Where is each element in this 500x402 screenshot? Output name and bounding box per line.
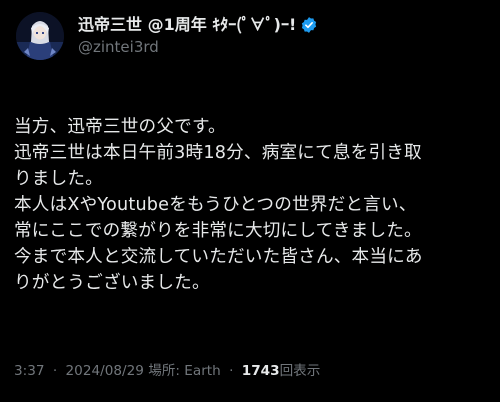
meta-separator: · xyxy=(229,363,234,379)
post-text-line: りがとうございました。 xyxy=(14,273,210,293)
post-location: 場所: Earth xyxy=(148,363,221,379)
post-text-line: 今まで本人と交流していただいた皆さん、本当にあ xyxy=(14,247,423,267)
post-card: 迅帝三世 @1周年 ｷﾀｰ(ﾟ∀ﾟ)ｰ! @zintei3rd 当方、迅帝三世の… xyxy=(0,0,500,402)
post-text-line: りました。 xyxy=(14,169,103,189)
post-text-line: 迅帝三世は本日午前3時18分、病室にて息を引き取 xyxy=(14,143,422,163)
meta-separator: · xyxy=(52,363,58,379)
post-text-line: 本人はXやYoutubeをもうひとつの世界だと言い、 xyxy=(14,195,417,215)
views-count[interactable]: 1743 xyxy=(242,363,280,379)
avatar-character-icon xyxy=(16,12,64,60)
post-date[interactable]: 2024/08/29 xyxy=(66,363,144,379)
views-label: 回表示 xyxy=(279,363,321,379)
post-header: 迅帝三世 @1周年 ｷﾀｰ(ﾟ∀ﾟ)ｰ! @zintei3rd xyxy=(16,12,318,60)
avatar[interactable] xyxy=(16,12,64,60)
author-handle[interactable]: @zintei3rd xyxy=(78,37,318,57)
post-time[interactable]: 3:37 xyxy=(14,363,45,379)
post-text-line: 常にここでの繋がりを非常に大切にしてきました。 xyxy=(14,221,422,241)
display-name-row: 迅帝三世 @1周年 ｷﾀｰ(ﾟ∀ﾟ)ｰ! xyxy=(78,15,318,35)
author-names: 迅帝三世 @1周年 ｷﾀｰ(ﾟ∀ﾟ)ｰ! @zintei3rd xyxy=(78,15,318,57)
verified-badge-icon[interactable] xyxy=(300,16,318,34)
display-name[interactable]: 迅帝三世 @1周年 ｷﾀｰ(ﾟ∀ﾟ)ｰ! xyxy=(78,15,296,35)
post-text: 当方、迅帝三世の父です。 迅帝三世は本日午前3時18分、病室にて息を引き取 りま… xyxy=(14,114,488,296)
post-text-line: 当方、迅帝三世の父です。 xyxy=(14,117,226,137)
post-meta: 3:37 · 2024/08/29 場所: Earth · 1743回表示 xyxy=(14,362,320,380)
